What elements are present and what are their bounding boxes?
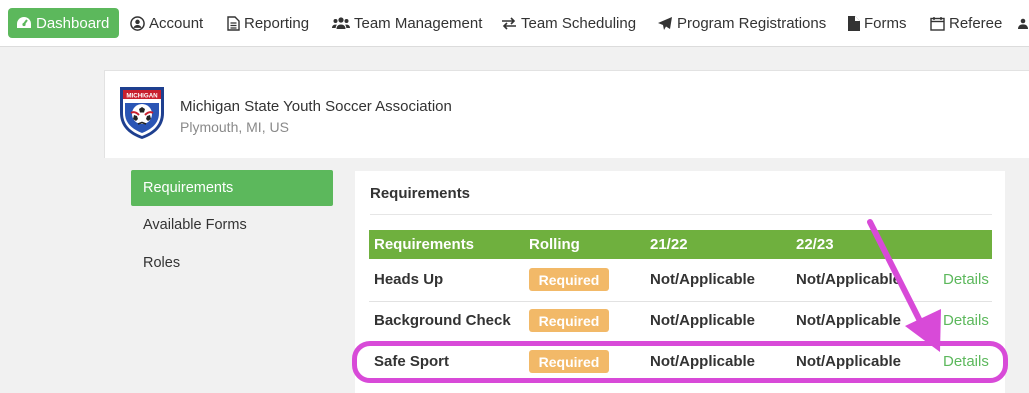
more-icon xyxy=(1017,16,1029,30)
sidebar-item-label: Requirements xyxy=(143,180,234,196)
divider xyxy=(370,214,992,215)
calendar-icon xyxy=(930,16,945,31)
organization-name: Michigan State Youth Soccer Association xyxy=(180,98,452,115)
nav-dashboard[interactable]: Dashboard xyxy=(8,8,120,38)
organization-header: MICHIGAN Michigan State Youth Soccer Ass… xyxy=(104,70,1029,160)
table-row: Safe Sport Required Not/Applicable Not/A… xyxy=(369,342,992,383)
nav-forms[interactable]: Forms xyxy=(848,8,907,38)
nav-forms-label: Forms xyxy=(864,14,907,32)
table-row: Background Check Required Not/Applicable… xyxy=(369,301,992,343)
season-status: Not/Applicable xyxy=(796,353,902,370)
nav-reporting-label: Reporting xyxy=(244,14,310,32)
requirements-panel: Requirements Requirements Rolling 21/22 … xyxy=(355,171,1005,393)
status-badge: Required xyxy=(529,309,609,332)
paper-plane-icon xyxy=(657,16,673,31)
requirement-name: Background Check xyxy=(374,312,511,329)
nav-account[interactable]: Account xyxy=(130,8,203,38)
document-icon xyxy=(227,15,240,31)
nav-program-registrations-label: Program Registrations xyxy=(677,14,827,32)
dashboard-icon xyxy=(16,16,32,30)
column-header: Rolling xyxy=(529,236,580,253)
season-status: Not/Applicable xyxy=(650,312,756,329)
svg-text:MICHIGAN: MICHIGAN xyxy=(126,92,158,99)
column-header: 22/23 xyxy=(796,236,834,253)
nav-team-management[interactable]: Team Management xyxy=(332,8,482,38)
season-status: Not/Applicable xyxy=(650,353,756,370)
organization-location: Plymouth, MI, US xyxy=(180,119,289,135)
status-badge: Required xyxy=(529,350,609,373)
users-icon xyxy=(332,16,350,30)
details-link[interactable]: Details xyxy=(943,353,989,370)
organization-logo: MICHIGAN xyxy=(117,83,167,141)
nav-team-management-label: Team Management xyxy=(354,14,483,32)
file-icon xyxy=(848,15,860,31)
nav-team-scheduling-label: Team Scheduling xyxy=(521,14,637,32)
nav-referee[interactable]: Referee xyxy=(930,8,1002,38)
nav-reporting[interactable]: Reporting xyxy=(227,8,309,38)
nav-account-label: Account xyxy=(149,14,204,32)
sidebar-item-label: Roles xyxy=(143,255,181,271)
nav-more[interactable] xyxy=(1017,8,1029,38)
user-circle-icon xyxy=(130,15,145,31)
exchange-arrows-icon xyxy=(501,16,517,30)
requirement-name: Safe Sport xyxy=(374,353,450,370)
sidebar-item-requirements[interactable]: Requirements xyxy=(131,170,333,206)
requirements-title: Requirements xyxy=(370,185,471,202)
season-status: Not/Applicable xyxy=(796,312,902,329)
requirement-name: Heads Up xyxy=(374,271,444,288)
status-badge: Required xyxy=(529,268,609,291)
column-header: 21/22 xyxy=(650,236,688,253)
top-navigation: Dashboard Account Reporting Team Managem… xyxy=(0,0,1029,47)
nav-team-scheduling[interactable]: Team Scheduling xyxy=(501,8,636,38)
sidebar-item-label: Available Forms xyxy=(143,217,247,233)
column-header: Requirements xyxy=(374,236,475,253)
sidebar-item-roles[interactable]: Roles xyxy=(131,245,333,281)
sidebar-item-available-forms[interactable]: Available Forms xyxy=(131,207,333,243)
details-link[interactable]: Details xyxy=(943,271,989,288)
nav-referee-label: Referee xyxy=(949,14,1003,32)
table-header: Requirements Rolling 21/22 22/23 xyxy=(369,230,992,259)
details-link[interactable]: Details xyxy=(943,312,989,329)
season-status: Not/Applicable xyxy=(650,271,756,288)
table-row: Heads Up Required Not/Applicable Not/App… xyxy=(369,260,992,302)
season-status: Not/Applicable xyxy=(796,271,902,288)
nav-dashboard-label: Dashboard xyxy=(36,14,110,32)
nav-program-registrations[interactable]: Program Registrations xyxy=(657,8,826,38)
